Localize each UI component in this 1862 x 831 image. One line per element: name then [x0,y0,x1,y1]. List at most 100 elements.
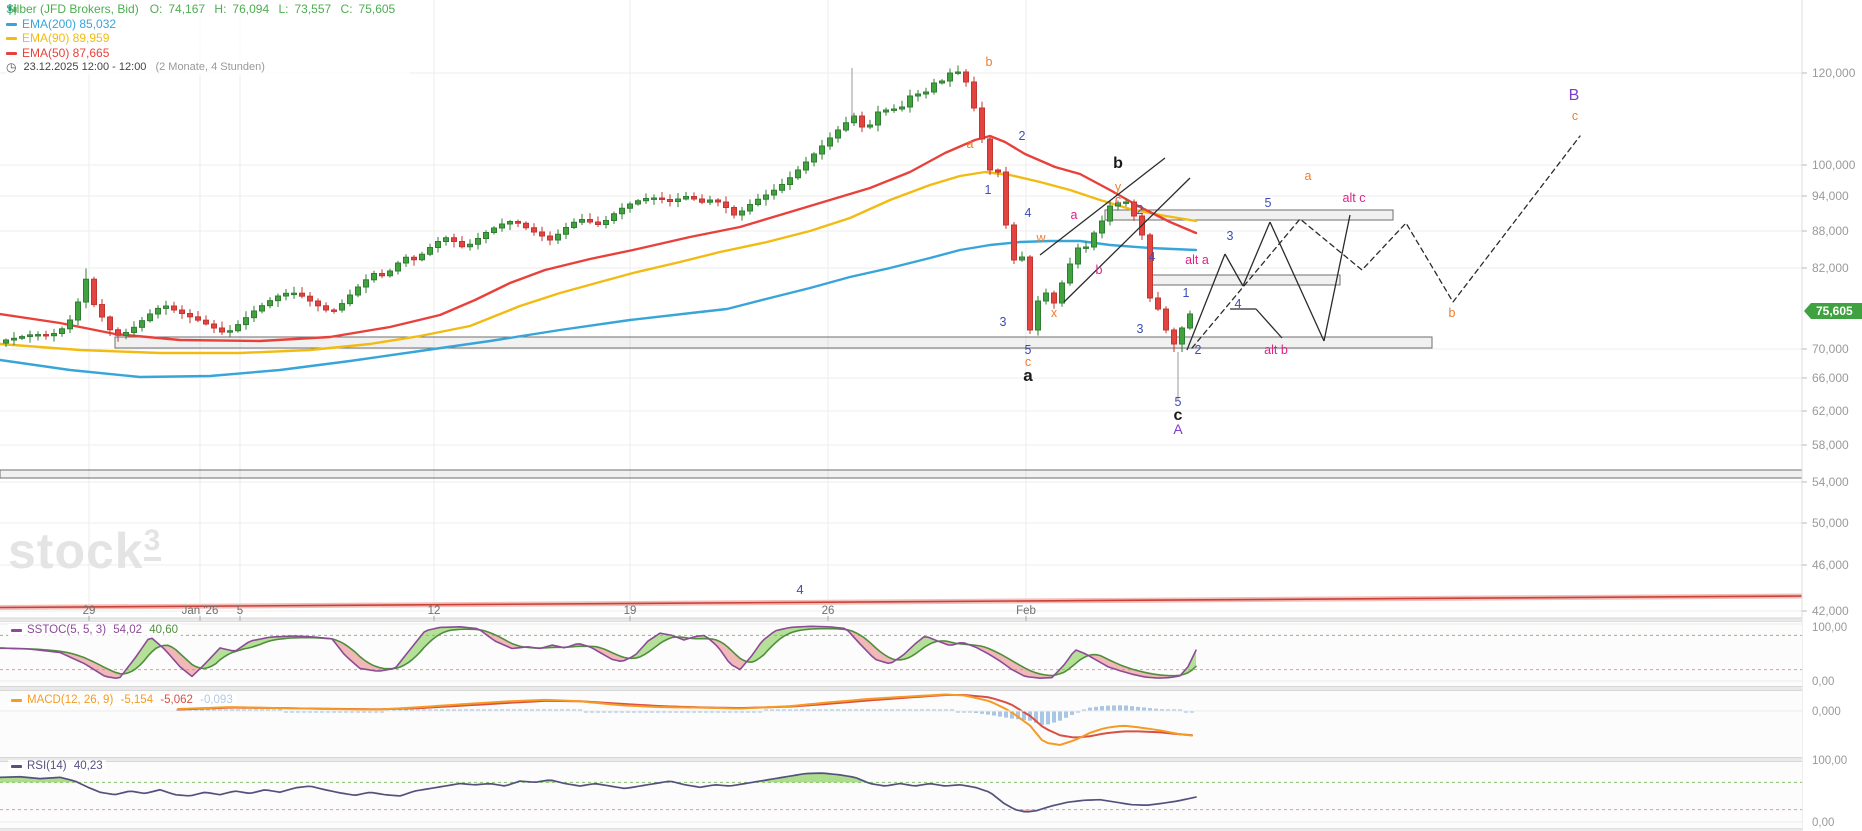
wave-label: c [1572,109,1578,123]
timeframe-row[interactable]: ◷ 23.12.2025 12:00 - 12:00 (2 Monate, 4 … [6,61,410,75]
wave-label: 2 [1137,203,1144,217]
candle-body [452,238,457,242]
candle-body [492,228,497,233]
ema50-swatch [6,52,17,55]
candle-body [1060,283,1065,303]
candle-body [1004,172,1009,225]
candle-body [652,198,657,199]
projection-line [1040,158,1165,255]
candle-body [892,109,897,110]
candle-body [788,178,793,185]
candle-body [52,334,57,336]
candle-body [204,320,209,324]
time-axis-label: Jan '26 [182,605,219,617]
candle-body [884,110,889,112]
wave-label: a [1071,208,1078,222]
current-price-value: 75,605 [1816,304,1853,318]
rsi-swatch [11,765,22,768]
candle-body [564,228,569,235]
candle-body [316,301,321,306]
rsi-overbought-fill [816,773,820,782]
macd-histogram-bar [1004,711,1008,718]
candle-body [476,239,481,245]
macd-legend[interactable]: MACD(12, 26, 9) -5,154 -5,062 -0,093 [8,694,236,706]
macd-histogram-bar [1112,705,1116,711]
wave-label: 2 [1195,343,1202,357]
candle-body [420,254,425,260]
wave-label: 4 [1149,250,1156,264]
rsi-axis-label: 0,00 [1812,817,1834,829]
wave-label: b [1096,263,1103,277]
candle-body [508,222,513,225]
candle-body [404,257,409,263]
candle-body [284,293,289,296]
candle-body [460,242,465,247]
candle-body [212,324,217,328]
macd-histogram-bar [992,711,996,716]
support-trendline [0,596,1802,608]
instrument-name[interactable]: Silber (JFD Brokers, Bid) [6,3,139,17]
candle-body [124,333,129,336]
sstoc-legend[interactable]: SSTOC(5, 5, 3) 54,02 40,60 [8,624,181,636]
ema200-row[interactable]: EMA(200) 85,032 [6,18,410,32]
candle-body [44,335,49,336]
rsi-overbought-fill [804,774,808,783]
candle-body [1052,293,1057,303]
candle-body [1044,293,1049,301]
macd-histogram-bar [1052,711,1056,723]
macd-histogram-bar [1136,707,1140,711]
ema90-row[interactable]: EMA(90) 89,959 [6,32,410,46]
candle-body [628,204,633,208]
macd-swatch [11,699,22,702]
rsi-legend[interactable]: RSI(14) 40,23 [8,760,106,772]
indicator-panel-bg [0,762,1802,828]
candle-body [428,248,433,255]
panel-separator [0,687,1802,691]
candle-body [860,116,865,127]
candle-body [484,233,489,239]
macd-histogram-bar [1118,705,1122,711]
candlestick-icon [6,3,19,16]
wave-label: 3 [1227,229,1234,243]
ema50-row[interactable]: EMA(50) 87,665 [6,47,410,61]
candle-body [692,197,697,200]
sstoc-label: SSTOC(5, 5, 3) 54,02 40,60 [27,624,178,636]
candle-body [132,327,137,332]
candle-body [332,310,337,311]
candle-body [660,198,665,200]
candle-body [1180,328,1185,344]
macd-histogram-bar [1088,708,1092,711]
candle-body [1028,257,1033,330]
candle-body [188,314,193,317]
candle-body [996,170,1001,172]
candle-body [172,306,177,310]
candle-body [436,242,441,248]
candle-body [740,211,745,215]
candle-body [748,205,753,212]
wave-label: A [1173,421,1183,437]
macd-label: MACD(12, 26, 9) -5,154 -5,062 -0,093 [27,694,233,706]
macd-axis-label: 0,000 [1812,706,1841,718]
candle-body [92,279,97,304]
projection-dashed-path [1192,136,1580,348]
candle-body [820,146,825,154]
price-chart-canvas[interactable]: ba214awbyc253aalt calt ab143x5ca3245cAal… [0,0,1862,831]
candle-body [1148,235,1153,298]
candle-body [980,108,985,139]
candle-body [524,223,529,228]
chart-legend: Silber (JFD Brokers, Bid) O:74,167 H:76,… [6,3,410,76]
candle-body [252,311,257,318]
candle-body [708,200,713,202]
rsi-overbought-fill [832,774,836,782]
candle-body [772,190,777,195]
candle-body [412,257,417,260]
price-axis-label: 70,000 [1812,342,1849,356]
candle-body [780,185,785,191]
candle-body [1100,221,1105,233]
time-axis-label: 12 [428,605,441,617]
ema200-swatch [6,23,17,26]
candle-body [972,82,977,108]
candle-body [684,197,689,200]
rsi-overbought-fill [820,773,824,782]
candle-body [388,271,393,276]
